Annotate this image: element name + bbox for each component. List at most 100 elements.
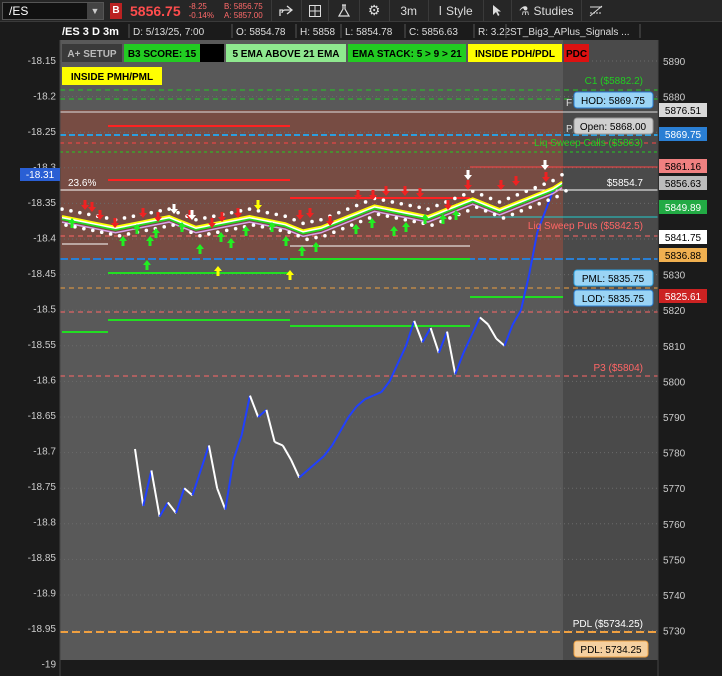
signal-dot bbox=[488, 196, 493, 201]
flask-button[interactable] bbox=[327, 0, 359, 22]
signal-dot bbox=[274, 212, 279, 217]
right-axis-tick: 5820 bbox=[663, 306, 686, 317]
symbol-selector[interactable]: /ES ▼ bbox=[2, 1, 104, 20]
cursor-icon bbox=[493, 5, 502, 16]
left-axis-tick: -18.65 bbox=[28, 411, 57, 422]
bid-ask-block: B: 5856.75 A: 5857.00 bbox=[224, 2, 263, 20]
signal-dot bbox=[296, 233, 300, 238]
signal-dot bbox=[376, 212, 381, 217]
signal-dot bbox=[515, 193, 520, 197]
signal-dot bbox=[278, 228, 283, 233]
signal-dot bbox=[283, 214, 288, 218]
left-axis-tick: -18.85 bbox=[28, 553, 57, 564]
signal-dot bbox=[203, 216, 207, 220]
signal-dot bbox=[207, 232, 211, 236]
signal-dot bbox=[555, 194, 559, 199]
signal-dot bbox=[483, 209, 488, 213]
signal-dot bbox=[399, 201, 404, 206]
price-5854-label: $5854.7 bbox=[607, 178, 644, 189]
bar-date: D: 5/13/25, 7:00 bbox=[133, 27, 205, 38]
left-axis-tick: -18.75 bbox=[28, 482, 57, 493]
signal-dot bbox=[564, 188, 568, 193]
signal-dot bbox=[510, 212, 515, 217]
signal-dot bbox=[390, 200, 395, 204]
right-axis-tick: 5790 bbox=[663, 413, 686, 424]
signal-dot bbox=[453, 196, 457, 201]
signal-dot bbox=[354, 203, 359, 208]
signal-dot bbox=[301, 221, 305, 226]
left-axis-tick: -18.2 bbox=[33, 92, 56, 103]
bar-low: L: 5854.78 bbox=[345, 27, 393, 38]
signal-dot bbox=[412, 219, 417, 224]
left-axis-tick: -18.8 bbox=[33, 518, 56, 529]
price-flag-text: 5849.89 bbox=[665, 203, 702, 214]
grid-button[interactable] bbox=[300, 0, 328, 22]
signal-badge-text: PDC bbox=[566, 49, 587, 60]
signal-dot bbox=[198, 233, 202, 238]
studies-button[interactable]: ⚗ Studies bbox=[510, 0, 581, 22]
timeframe-label: 3m bbox=[400, 3, 417, 18]
right-axis-tick: 5740 bbox=[663, 591, 686, 602]
left-axis-tick: -18.45 bbox=[28, 269, 57, 280]
signal-dot bbox=[211, 214, 216, 218]
price-chart[interactable]: -18.15-18.2-18.25-18.3-18.35-18.4-18.45-… bbox=[0, 22, 722, 676]
timeframe-button[interactable]: 3m bbox=[388, 0, 428, 22]
settings-button[interactable]: ⚙ bbox=[358, 0, 389, 22]
left-axis-tick: -18.9 bbox=[33, 589, 56, 600]
signal-dot bbox=[229, 210, 234, 215]
signal-dot bbox=[497, 200, 502, 204]
right-axis-tick: 5760 bbox=[663, 520, 686, 531]
signal-dot bbox=[474, 205, 479, 210]
signal-dot bbox=[430, 223, 434, 227]
cursor-button[interactable] bbox=[482, 0, 511, 22]
right-axis-tick: 5890 bbox=[663, 57, 686, 68]
price-flag-text: 5861.16 bbox=[665, 162, 702, 173]
signal-dot bbox=[349, 223, 354, 227]
signal-dot bbox=[292, 217, 296, 222]
drawings-button[interactable] bbox=[580, 0, 611, 22]
signal-dot bbox=[319, 217, 323, 222]
pct-change: -0.14% bbox=[188, 10, 214, 20]
style-button[interactable]: ⅼ Style bbox=[427, 0, 483, 22]
flask-icon bbox=[337, 4, 350, 17]
fib-236-label: 23.6% bbox=[68, 178, 96, 189]
signal-dot bbox=[265, 210, 270, 215]
signal-badge-text: A+ SETUP bbox=[67, 49, 117, 60]
signal-badge-text: INSIDE PMH/PML bbox=[71, 72, 153, 83]
signal-dot bbox=[104, 216, 109, 220]
signal-dot bbox=[323, 233, 327, 238]
hod-tag-text: HOD: 5869.75 bbox=[581, 96, 645, 107]
signal-dot bbox=[131, 214, 136, 218]
bar-open: O: 5854.78 bbox=[236, 27, 286, 38]
left-axis-tick: -19 bbox=[42, 660, 57, 671]
signal-dot bbox=[465, 209, 470, 213]
signal-dot bbox=[426, 207, 430, 211]
signal-dot bbox=[260, 225, 265, 229]
signal-dot bbox=[86, 212, 91, 217]
left-axis-tick: -18.7 bbox=[33, 447, 56, 458]
right-axis-tick: 5800 bbox=[663, 377, 686, 388]
signal-dot bbox=[176, 210, 180, 215]
right-axis-tick: 5830 bbox=[663, 271, 686, 282]
hod-prefix: F bbox=[566, 98, 572, 109]
pml-tag-text: PML: 5835.75 bbox=[582, 274, 645, 285]
signal-dot bbox=[215, 230, 220, 234]
signal-dot bbox=[82, 226, 86, 231]
signal-dot bbox=[417, 205, 421, 210]
study-name[interactable]: ST_Big3_APlus_Signals ... bbox=[510, 27, 630, 38]
current-value-text: -18.31 bbox=[26, 170, 55, 181]
chart-title: /ES 3 D 3m bbox=[62, 26, 119, 38]
drawing-tools-icon bbox=[589, 5, 603, 16]
signal-dot bbox=[394, 216, 399, 220]
signal-dot bbox=[332, 230, 336, 234]
price-flag-text: 5841.75 bbox=[665, 233, 702, 244]
signal-dot bbox=[533, 185, 538, 190]
chevron-down-icon[interactable]: ▼ bbox=[87, 2, 103, 19]
open-tag-text: Open: 5868.00 bbox=[580, 122, 647, 133]
bid-value: B: 5856.75 bbox=[223, 1, 263, 11]
signal-badge-text: B3 SCORE: 15 bbox=[128, 49, 197, 60]
signal-dot bbox=[479, 193, 484, 197]
signal-dot bbox=[492, 212, 497, 217]
bar-close: C: 5856.63 bbox=[409, 27, 458, 38]
share-button[interactable] bbox=[270, 0, 301, 22]
